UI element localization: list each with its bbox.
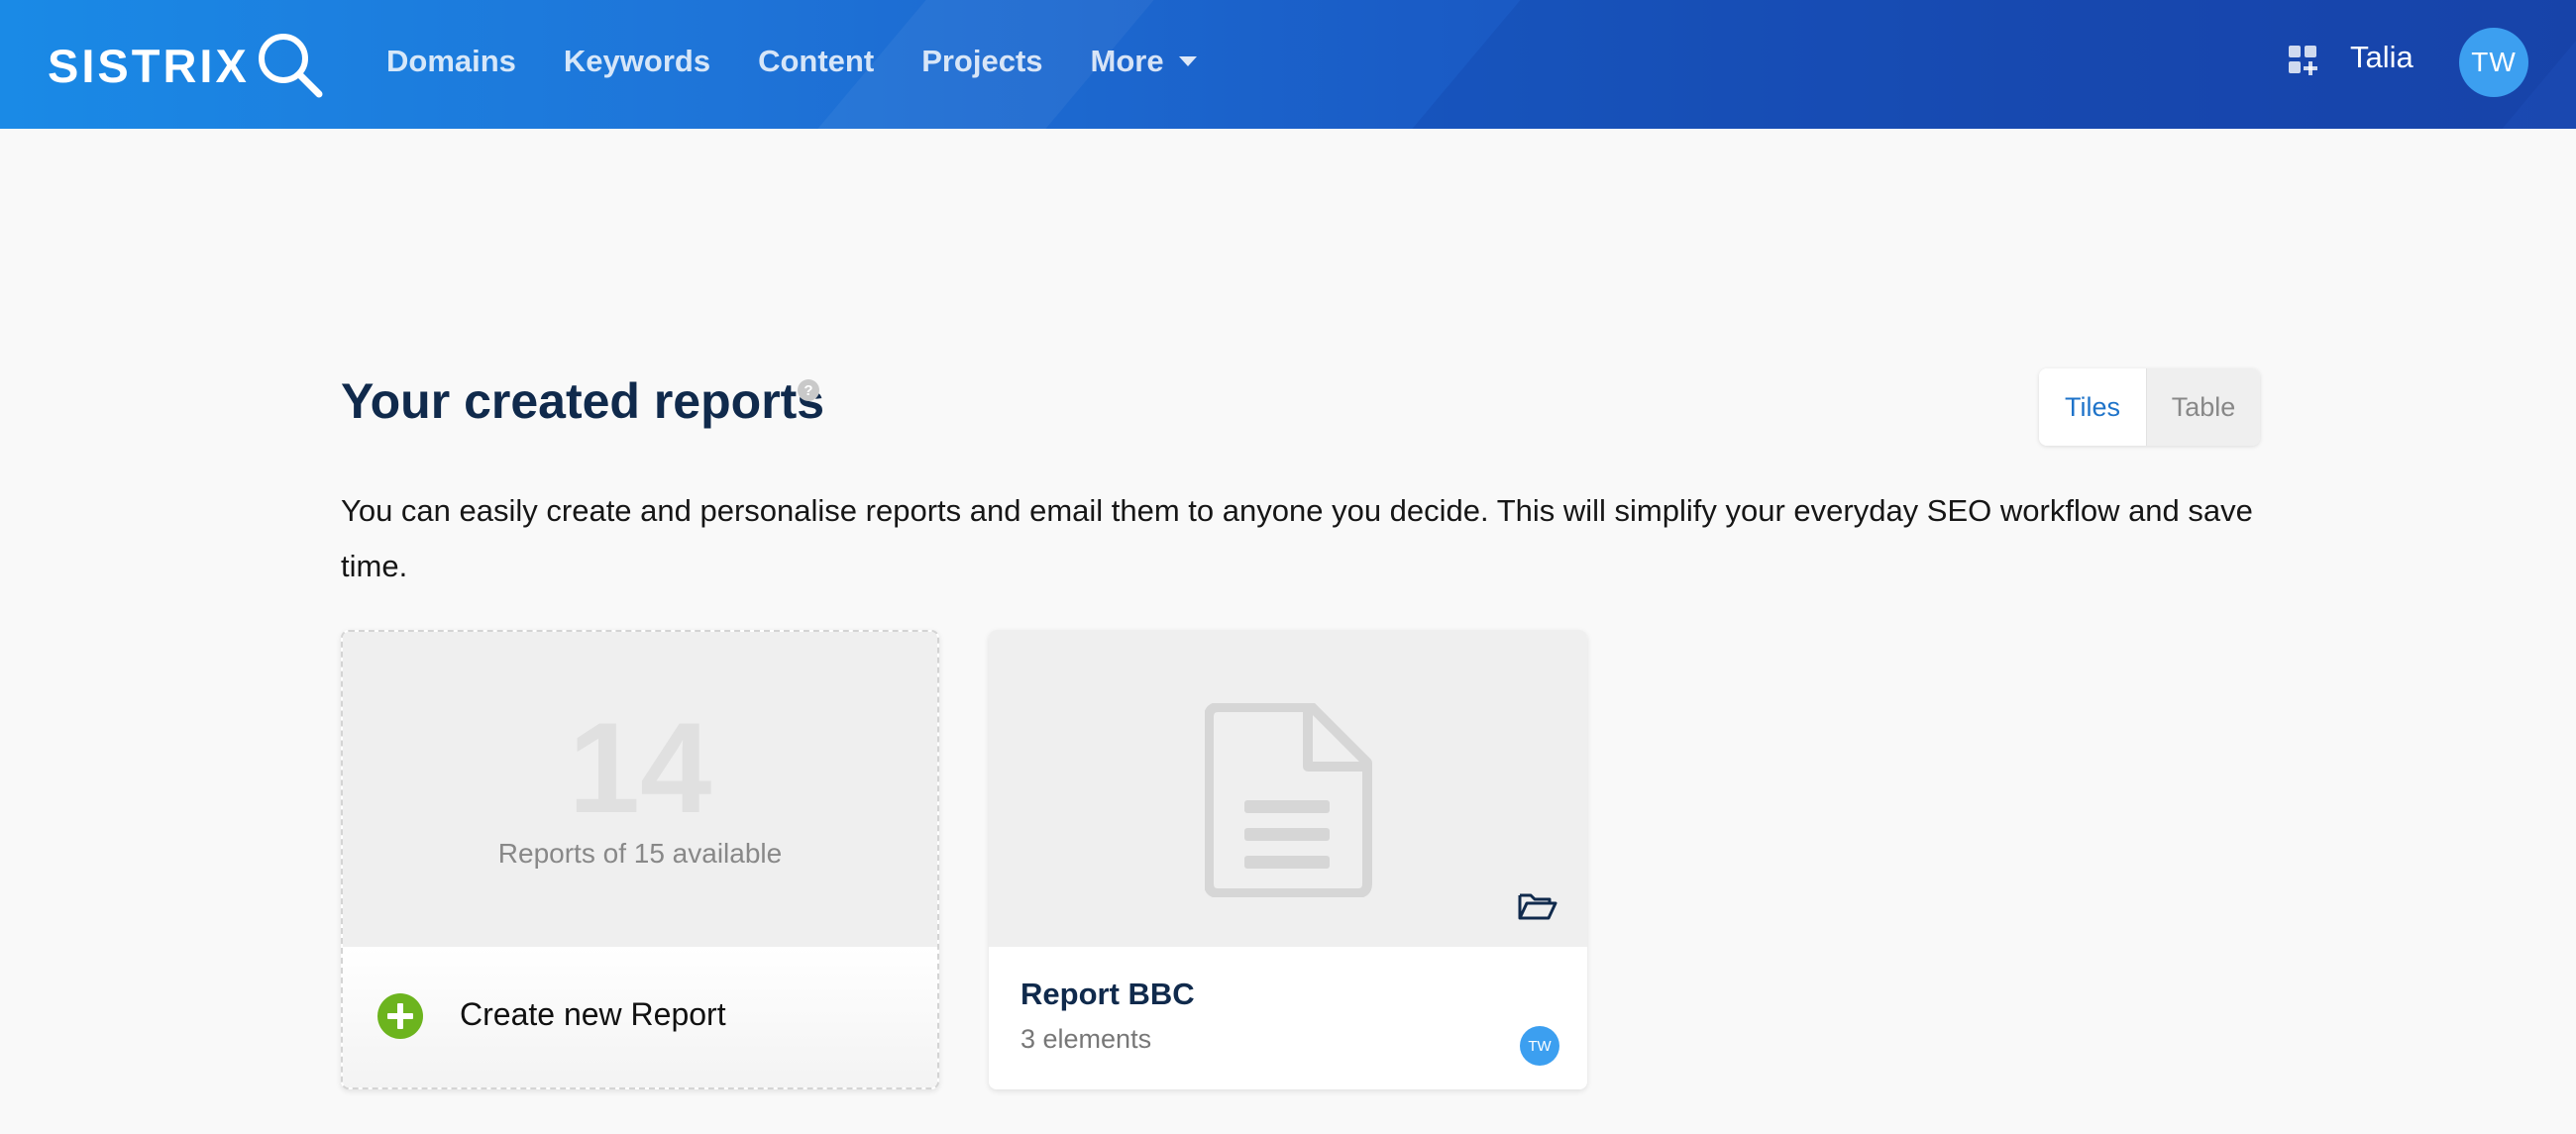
- magnifier-icon: [258, 34, 323, 98]
- main-nav: Domains Keywords Content Projects More: [363, 40, 1222, 83]
- user-avatar[interactable]: TW: [2459, 28, 2528, 97]
- nav-keywords-label: Keywords: [563, 44, 711, 78]
- caret-down-icon: [1178, 56, 1197, 66]
- tiles-view-button[interactable]: Tiles: [2039, 368, 2146, 446]
- logo-text: SISTRIX: [48, 39, 250, 92]
- page-title: Your created reports: [341, 373, 825, 429]
- nav-domains-label: Domains: [386, 44, 516, 78]
- create-new-report-label: Create new Report: [460, 996, 726, 1032]
- nav-more-label: More: [1090, 44, 1164, 78]
- view-toggle: Tiles Table: [2039, 368, 2260, 446]
- table-view-button[interactable]: Table: [2146, 368, 2260, 446]
- nav-projects-label: Projects: [921, 44, 1043, 78]
- sistrix-logo[interactable]: SISTRIX: [48, 34, 327, 98]
- nav-domains[interactable]: Domains: [363, 40, 540, 83]
- apps-grid-icon[interactable]: [2287, 44, 2320, 77]
- intro-text: You can easily create and personalise re…: [341, 493, 2253, 583]
- report-card[interactable]: Report BBC 3 elements TW: [989, 630, 1587, 1089]
- nav-content[interactable]: Content: [734, 40, 898, 83]
- report-quota-panel: 14 Reports of 15 available: [343, 632, 937, 947]
- nav-more[interactable]: More: [1067, 40, 1222, 83]
- top-navigation-bar: SISTRIX Domains Keywords Content Project…: [0, 0, 2576, 129]
- reports-quota-caption: Reports of 15 available: [497, 838, 783, 869]
- question-circle-icon[interactable]: ?: [797, 378, 820, 402]
- document-icon: [1205, 703, 1372, 897]
- create-new-report-button[interactable]: Create new Report: [343, 947, 937, 1087]
- report-element-count: 3 elements: [1020, 1024, 1152, 1054]
- report-name[interactable]: Report BBC: [1020, 977, 1195, 1012]
- report-owner-avatar: TW: [1520, 1026, 1559, 1066]
- report-preview[interactable]: [989, 630, 1587, 947]
- create-report-card: 14 Reports of 15 available Create new Re…: [341, 630, 939, 1089]
- nav-keywords[interactable]: Keywords: [540, 40, 734, 83]
- plus-circle-icon: [377, 993, 423, 1039]
- folder-open-icon[interactable]: [1518, 891, 1557, 921]
- reports-count: 14: [568, 695, 712, 840]
- nav-content-label: Content: [758, 44, 875, 78]
- user-name[interactable]: Talia: [2350, 40, 2414, 75]
- nav-projects[interactable]: Projects: [898, 40, 1066, 83]
- report-info: [989, 947, 1587, 1089]
- svg-text:?: ?: [804, 382, 812, 399]
